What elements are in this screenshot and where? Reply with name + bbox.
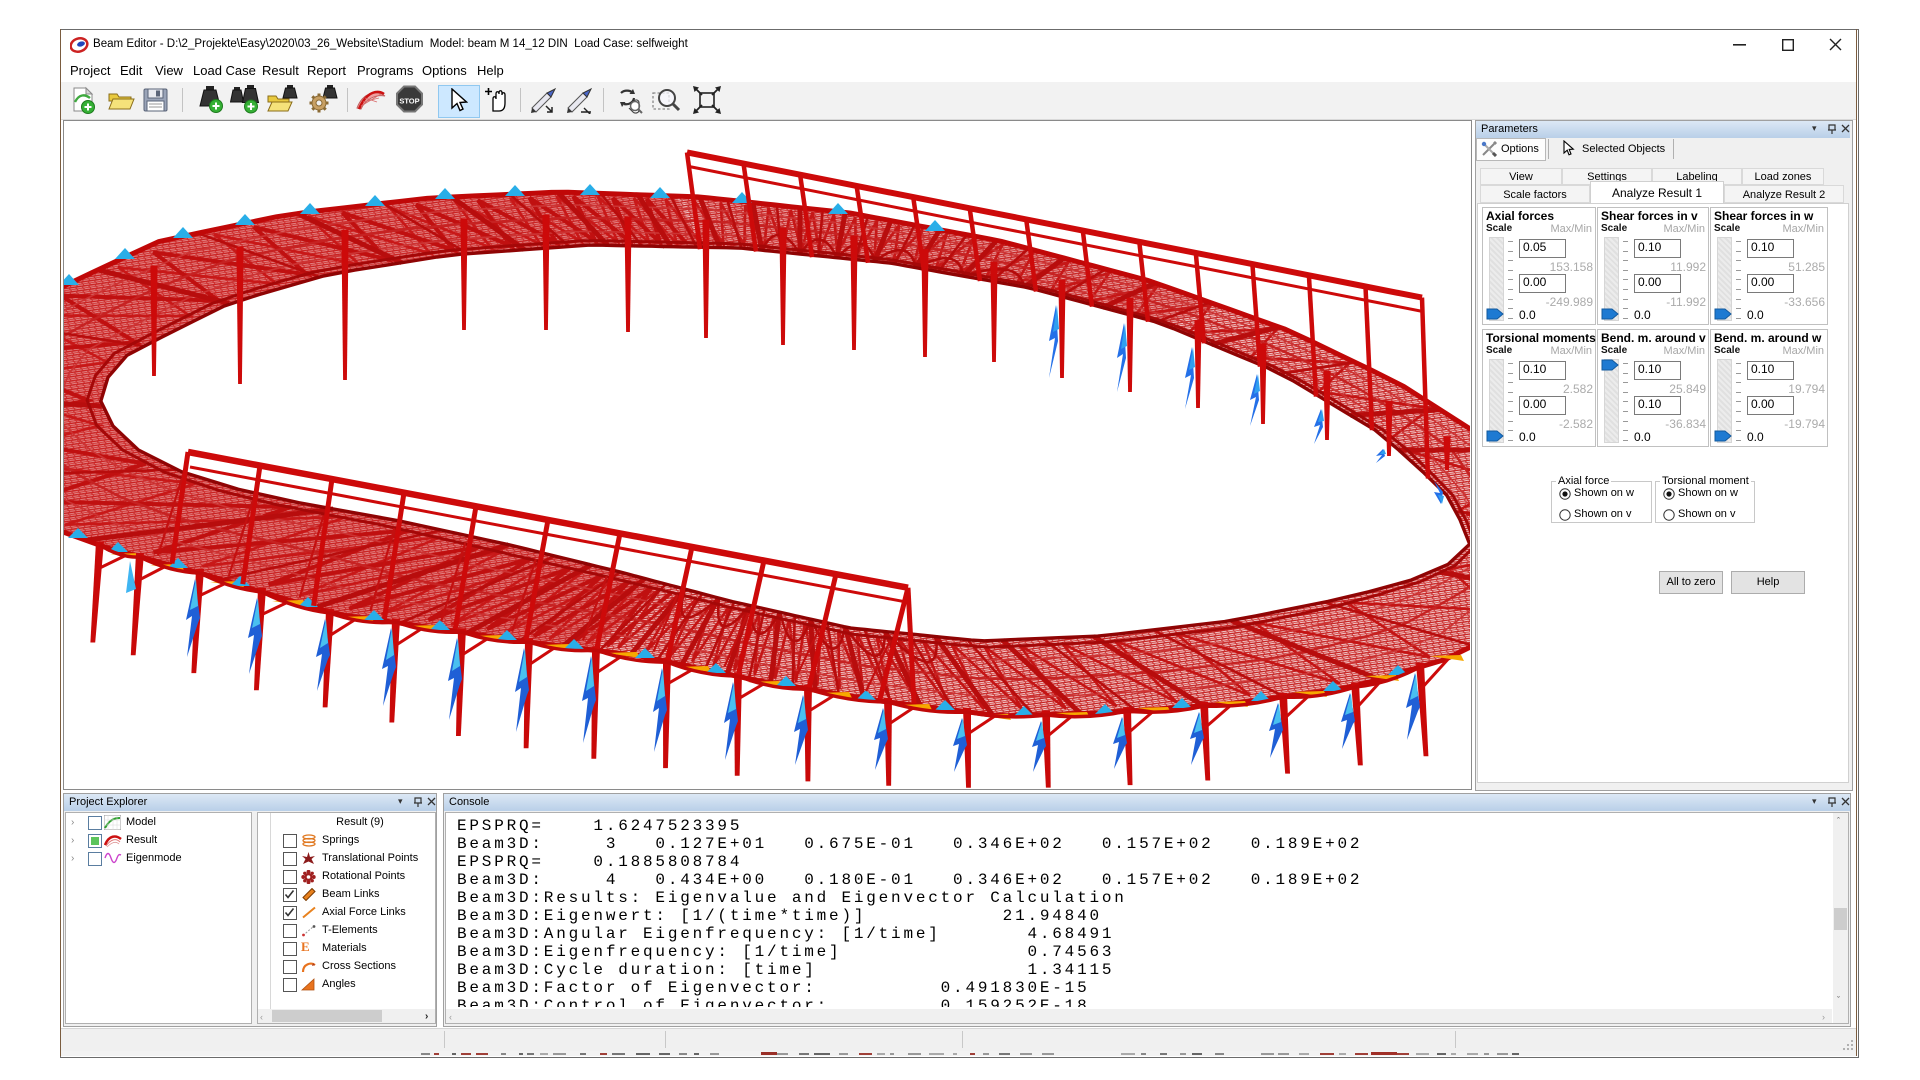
svg-text:STOP: STOP [399,97,419,106]
